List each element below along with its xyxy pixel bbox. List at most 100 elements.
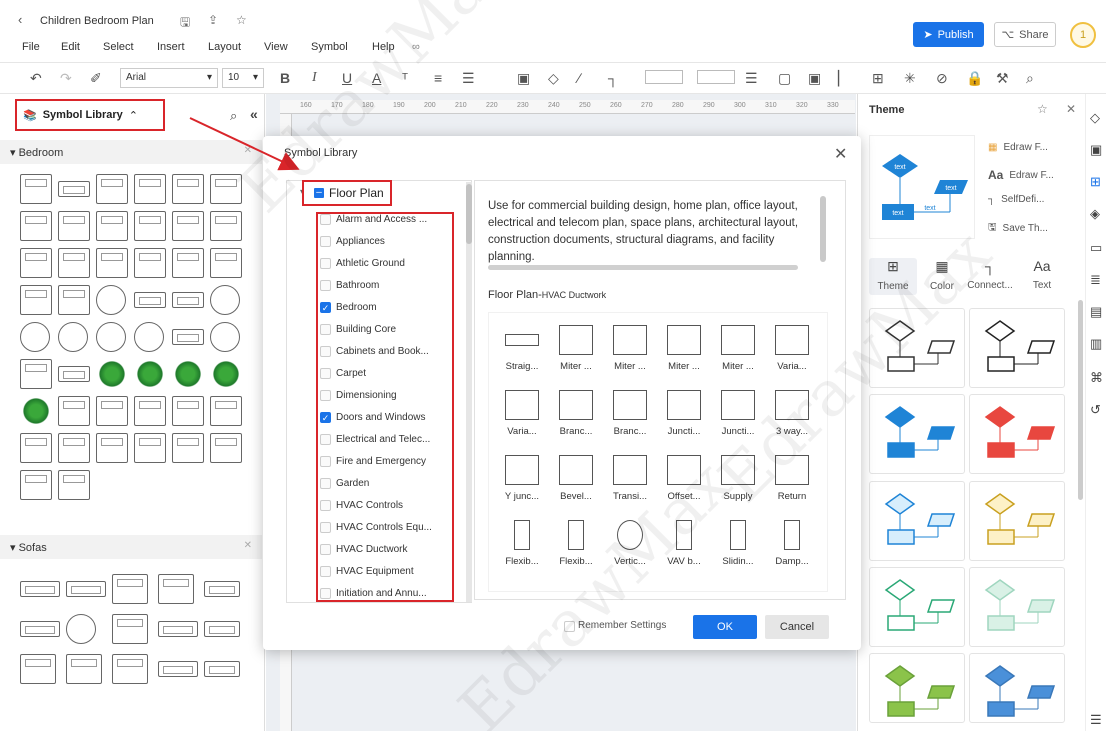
- menu-select[interactable]: Select: [103, 41, 134, 53]
- unchecked-checkbox[interactable]: [320, 323, 331, 335]
- line-spacing-icon[interactable]: ☰: [462, 70, 475, 87]
- presentation-icon[interactable]: ▭: [1090, 240, 1102, 256]
- bed-symbol[interactable]: [134, 174, 166, 204]
- chevron-left-icon[interactable]: ‹: [18, 12, 22, 27]
- fill-icon[interactable]: ◇: [1090, 110, 1100, 126]
- distribute-icon[interactable]: ⊞: [872, 70, 884, 87]
- sofa-symbol[interactable]: [58, 181, 90, 197]
- armchair-symbol[interactable]: [158, 574, 194, 604]
- ductwork-shape[interactable]: Varia...: [496, 390, 548, 437]
- locker-symbol[interactable]: [58, 470, 90, 500]
- tree-scroll-thumb[interactable]: [466, 184, 472, 244]
- theme-panel-scrollbar[interactable]: [1078, 300, 1083, 500]
- unchecked-checkbox[interactable]: [320, 235, 331, 247]
- star-icon[interactable]: ☆: [236, 13, 247, 27]
- plant-symbol[interactable]: [134, 359, 166, 389]
- line-weight-icon[interactable]: ☰: [745, 70, 758, 87]
- ductwork-shape[interactable]: Flexib...: [550, 520, 602, 567]
- plant-symbol[interactable]: [172, 359, 204, 389]
- section-bedroom[interactable]: ▾ Bedroom ✕: [0, 140, 262, 164]
- category-row[interactable]: Electrical and Telec...: [320, 430, 430, 448]
- unchecked-checkbox[interactable]: [320, 213, 331, 225]
- theme-card[interactable]: [969, 481, 1065, 561]
- tab-color[interactable]: ▦ Color: [918, 258, 966, 292]
- sofa-symbol[interactable]: [204, 661, 240, 677]
- effects-icon[interactable]: ✳: [904, 70, 916, 87]
- search-icon[interactable]: ⌕: [230, 108, 237, 124]
- image-icon[interactable]: ▣: [1090, 142, 1102, 158]
- panel-icon[interactable]: ☰: [1090, 712, 1102, 728]
- ductwork-shape[interactable]: VAV b...: [658, 520, 710, 567]
- category-row[interactable]: HVAC Controls: [320, 496, 403, 514]
- bunk-bed-symbol[interactable]: [58, 248, 90, 278]
- checked-checkbox[interactable]: ✓: [320, 301, 331, 313]
- wardrobe-symbol[interactable]: [210, 211, 242, 241]
- menu-file[interactable]: File: [22, 41, 40, 53]
- floor-plan-root[interactable]: – Floor Plan: [302, 180, 392, 206]
- publish-button[interactable]: ➤ Publish: [913, 22, 984, 47]
- category-row[interactable]: Carpet: [320, 364, 366, 382]
- menu-symbol[interactable]: Symbol: [311, 41, 348, 53]
- ok-button[interactable]: OK: [693, 615, 757, 639]
- unchecked-checkbox[interactable]: [320, 389, 331, 401]
- theme-card[interactable]: [969, 394, 1065, 474]
- ductwork-shape[interactable]: Varia...: [766, 325, 818, 372]
- sofa-symbol[interactable]: [158, 621, 198, 637]
- italic-icon[interactable]: I: [312, 70, 317, 86]
- ductwork-shape[interactable]: Juncti...: [658, 390, 710, 437]
- unchecked-checkbox[interactable]: [320, 433, 331, 445]
- category-row[interactable]: Appliances: [320, 232, 385, 250]
- closet-symbol[interactable]: [58, 433, 90, 463]
- ductwork-shape[interactable]: Branc...: [550, 390, 602, 437]
- font-family-select[interactable]: Arial ▾: [120, 68, 218, 88]
- category-row[interactable]: Bathroom: [320, 276, 379, 294]
- section-sofas[interactable]: ▾ Sofas ✕: [0, 535, 262, 559]
- ductwork-shape[interactable]: Vertic...: [604, 520, 656, 567]
- armchair-symbol[interactable]: [66, 654, 102, 684]
- crate-symbol[interactable]: [20, 470, 52, 500]
- description-hscrollbar[interactable]: [488, 265, 798, 270]
- theme-card[interactable]: [869, 567, 965, 647]
- redo-icon[interactable]: ↷: [60, 70, 72, 87]
- fill-icon[interactable]: ◇: [548, 70, 559, 87]
- font-size-select[interactable]: 10 ▾: [222, 68, 264, 88]
- shadow-icon[interactable]: ▣: [808, 70, 821, 87]
- sofa-symbol[interactable]: [204, 621, 240, 637]
- theme-grid-icon[interactable]: ⊞: [1090, 174, 1101, 190]
- bold-icon[interactable]: B: [280, 70, 290, 86]
- tab-text[interactable]: Aa Text: [1018, 258, 1066, 291]
- ductwork-shape[interactable]: Flexib...: [496, 520, 548, 567]
- bunk-bed-symbol[interactable]: [210, 248, 242, 278]
- category-row[interactable]: Garden: [320, 474, 369, 492]
- tv-symbol[interactable]: [172, 292, 204, 308]
- double-bed-symbol[interactable]: [134, 211, 166, 241]
- remember-settings-checkbox[interactable]: [564, 621, 575, 632]
- category-row[interactable]: Fire and Emergency: [320, 452, 426, 470]
- theme-card[interactable]: [869, 653, 965, 723]
- text-style-icon[interactable]: ᵀ: [402, 70, 408, 86]
- bed-symbol[interactable]: [172, 174, 204, 204]
- sofa-symbol[interactable]: [20, 581, 60, 597]
- ductwork-shape[interactable]: Y junc...: [496, 455, 548, 502]
- chair-symbol[interactable]: [172, 396, 204, 426]
- unchecked-checkbox[interactable]: [320, 565, 331, 577]
- theme-option-save[interactable]: 🖫 Save Th...: [988, 220, 1048, 237]
- armchair-symbol[interactable]: [112, 574, 148, 604]
- ductwork-shape[interactable]: Miter ...: [604, 325, 656, 372]
- round-chair-symbol[interactable]: [66, 614, 96, 644]
- close-icon[interactable]: ✕: [834, 144, 847, 164]
- frame-icon[interactable]: ▢: [778, 70, 791, 87]
- history-icon[interactable]: ↺: [1090, 402, 1101, 418]
- infinity-icon[interactable]: ∞: [412, 41, 420, 53]
- tree-scrollbar[interactable]: [466, 182, 472, 602]
- search-icon[interactable]: ⌕: [1026, 70, 1034, 87]
- plant-symbol[interactable]: [210, 359, 242, 389]
- menu-help[interactable]: Help: [372, 41, 395, 53]
- pin-icon[interactable]: ☆: [1037, 102, 1048, 116]
- ductwork-shape[interactable]: 3 way...: [766, 390, 818, 437]
- menu-layout[interactable]: Layout: [208, 41, 241, 53]
- layers-icon[interactable]: ◈: [1090, 206, 1100, 222]
- underline-icon[interactable]: U: [342, 70, 352, 86]
- chat-icon[interactable]: ▤: [1090, 304, 1102, 320]
- database-icon[interactable]: ≣: [1090, 272, 1101, 288]
